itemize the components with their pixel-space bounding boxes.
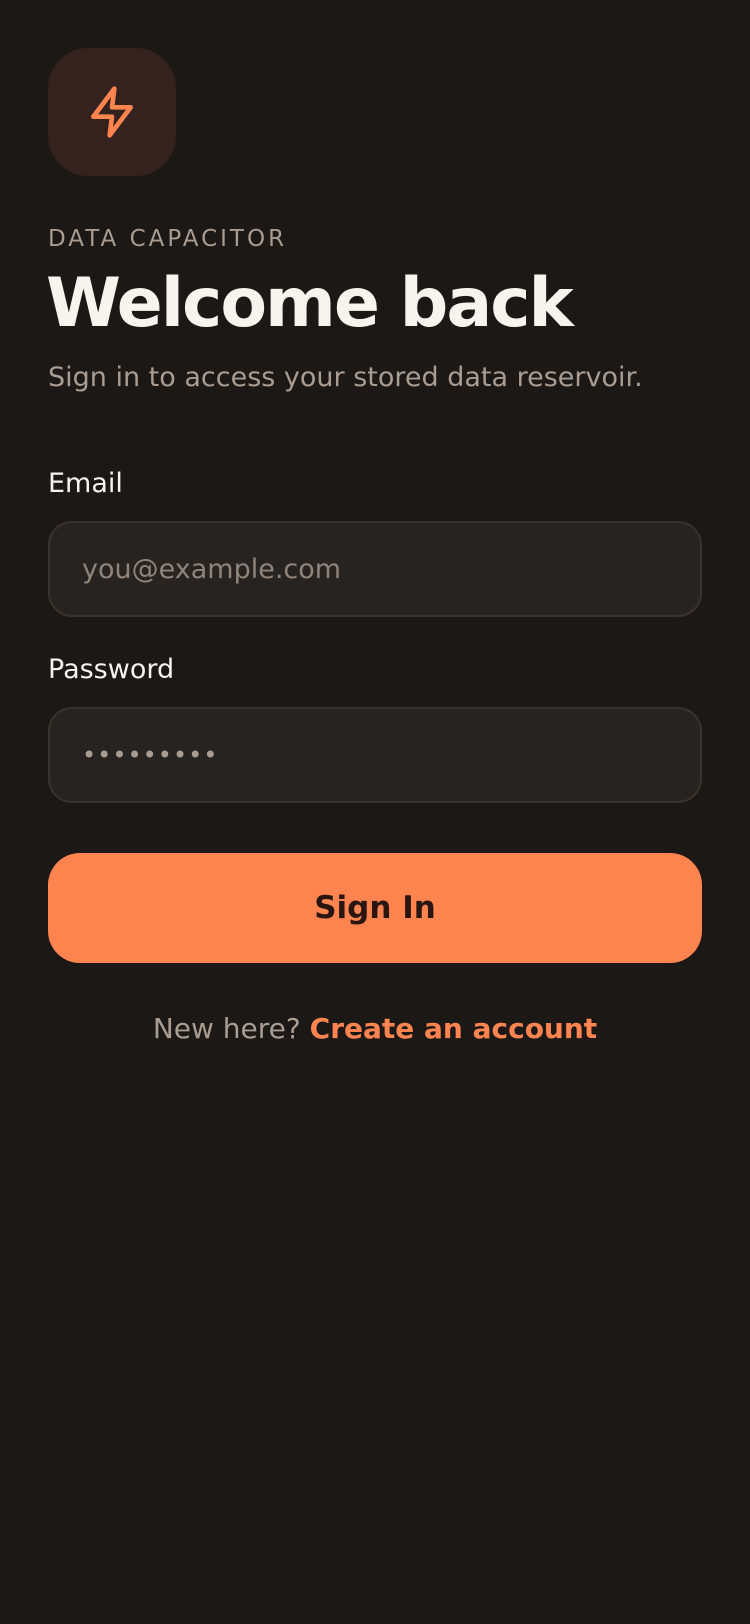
page-subtitle: Sign in to access your stored data reser… [48,362,643,393]
password-label: Password [48,654,175,685]
create-account-link[interactable]: Create an account [310,1012,598,1045]
password-field[interactable] [48,707,702,803]
page-title: Welcome back [46,264,574,343]
email-label: Email [48,468,123,499]
lightning-bolt-icon [84,82,140,142]
new-here-text: New here? [152,1012,301,1045]
brand-name: DATA CAPACITOR [48,226,288,252]
signup-prompt: New here? Create an account [0,1012,750,1045]
app-logo [48,48,176,176]
sign-in-button[interactable]: Sign In [48,853,702,963]
email-field[interactable] [48,521,702,617]
